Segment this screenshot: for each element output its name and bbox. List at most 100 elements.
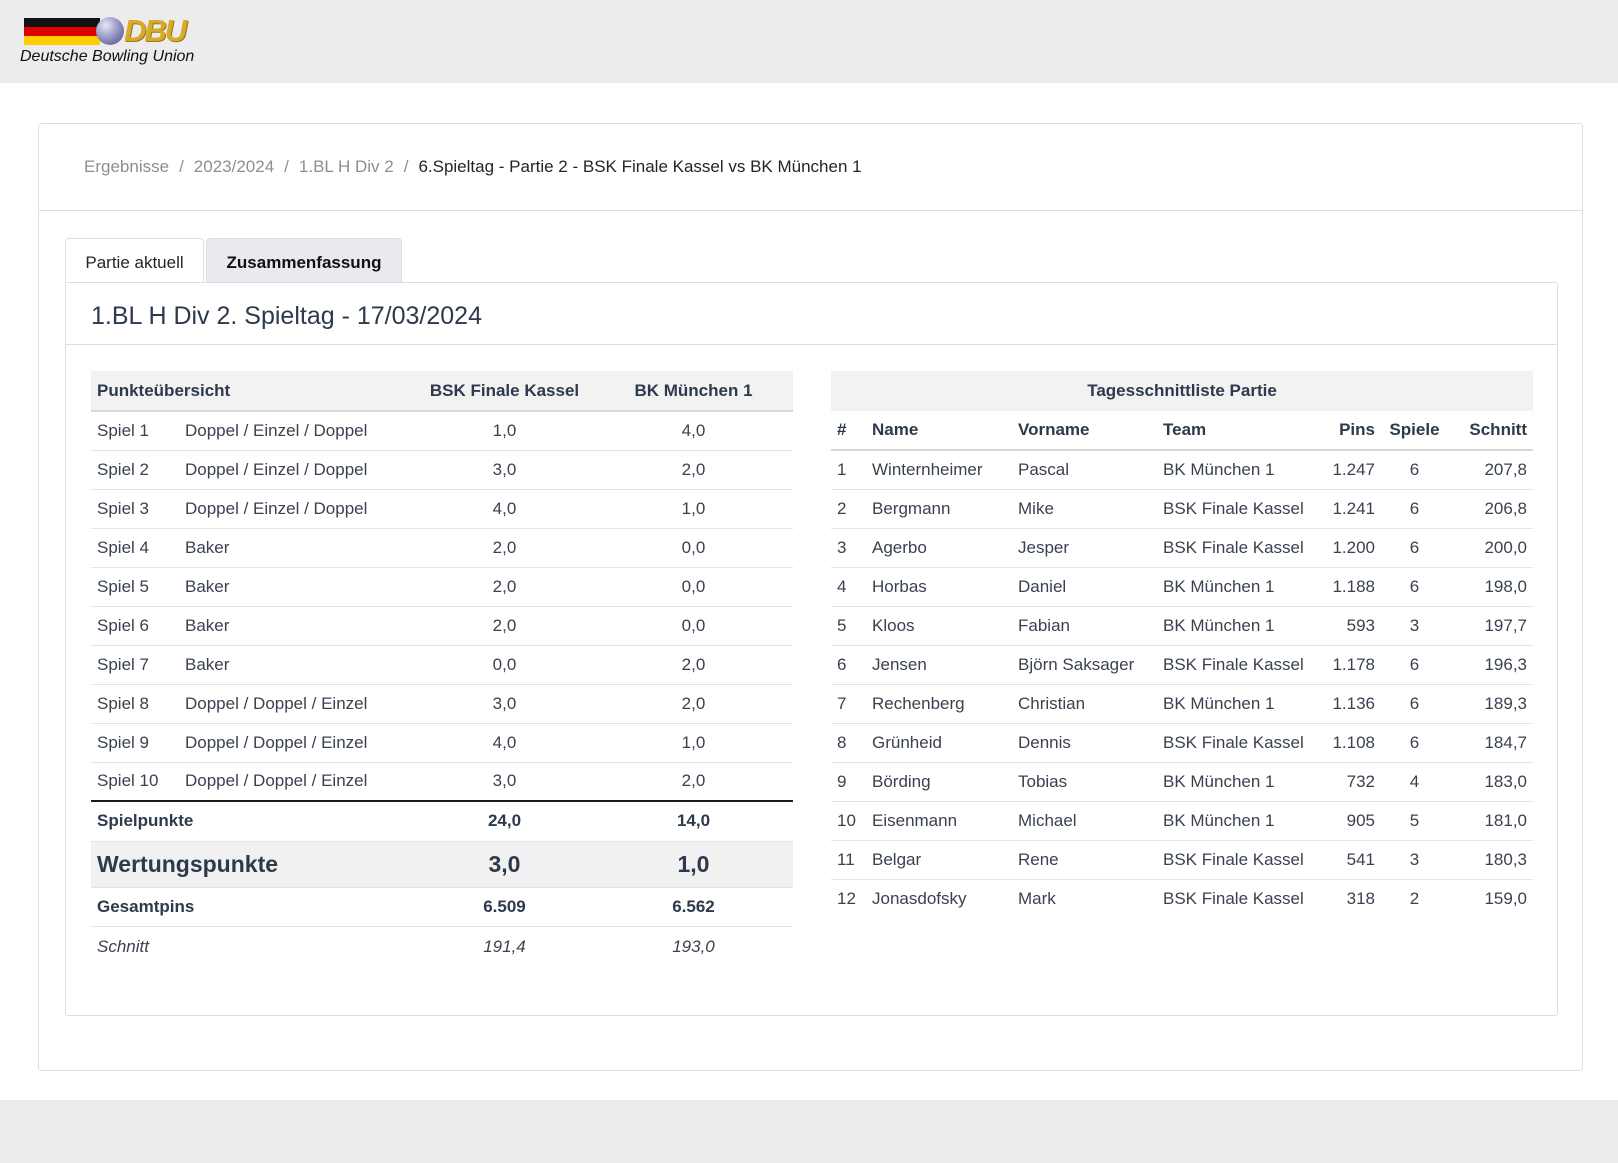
pins-cell: 1.178 xyxy=(1332,654,1375,674)
breadcrumb-separator: / xyxy=(403,157,409,176)
bowling-ball-icon xyxy=(96,17,124,45)
gesamtpins-team2: 6.562 xyxy=(672,896,715,916)
rank-cell: 11 xyxy=(837,849,855,869)
name-cell: Jonasdofsky xyxy=(872,888,967,908)
breadcrumb-season[interactable]: 2023/2024 xyxy=(194,157,274,176)
table-row: Spiel 10 Doppel / Doppel / Einzel 3,0 2,0 xyxy=(91,762,793,801)
pins-cell: 1.136 xyxy=(1332,693,1375,713)
tab-zusammenfassung[interactable]: Zusammenfassung xyxy=(206,238,402,283)
table-row: 11 Belgar Rene BSK Finale Kassel 541 3 180,3 xyxy=(831,840,1533,879)
rank-cell: 8 xyxy=(837,732,847,752)
vorname-cell: Fabian xyxy=(1018,615,1070,635)
rank-cell: 12 xyxy=(837,888,856,908)
game-points-team2: 1,0 xyxy=(681,732,706,752)
pins-cell: 1.108 xyxy=(1332,732,1375,752)
game-points-team2: 1,0 xyxy=(681,498,706,518)
name-cell: Bergmann xyxy=(872,498,951,518)
spielpunkte-team1: 24,0 xyxy=(487,811,522,831)
game-points-team2: 2,0 xyxy=(681,771,706,791)
game-label: Spiel 9 xyxy=(97,732,149,752)
game-label: Spiel 10 xyxy=(97,771,159,791)
spiele-cell: 6 xyxy=(1409,732,1420,752)
game-mode: Baker xyxy=(185,615,230,635)
table-row: Spiel 4 Baker 2,0 0,0 xyxy=(91,528,793,567)
points-header-row: Punkteübersicht BSK Finale Kassel BK Mün… xyxy=(91,371,793,412)
schnitt-cell: 189,3 xyxy=(1484,693,1527,713)
tab-partie-aktuell[interactable]: Partie aktuell xyxy=(65,238,204,283)
rank-cell: 5 xyxy=(837,615,847,635)
game-points-team2: 0,0 xyxy=(681,537,706,557)
table-row: Spiel 6 Baker 2,0 0,0 xyxy=(91,606,793,645)
table-row: Spiel 2 Doppel / Einzel / Doppel 3,0 2,0 xyxy=(91,450,793,489)
gesamtpins-label: Gesamtpins xyxy=(97,896,195,916)
game-label: Spiel 7 xyxy=(97,654,149,674)
game-points-team2: 0,0 xyxy=(681,615,706,635)
name-cell: Agerbo xyxy=(872,537,927,557)
game-points-team1: 1,0 xyxy=(492,420,517,440)
rank-cell: 1 xyxy=(837,459,847,479)
team-cell: BK München 1 xyxy=(1163,810,1275,830)
col-schnitt: Schnitt xyxy=(1448,411,1533,451)
game-mode: Doppel / Einzel / Doppel xyxy=(185,498,368,518)
points-header-label: Punkteübersicht xyxy=(91,371,415,412)
col-vorname: Vorname xyxy=(1012,411,1157,451)
points-header-team1: BSK Finale Kassel xyxy=(415,371,594,412)
pins-cell: 541 xyxy=(1346,849,1375,869)
team-cell: BSK Finale Kassel xyxy=(1163,498,1304,518)
game-points-team1: 2,0 xyxy=(492,576,517,596)
team-cell: BSK Finale Kassel xyxy=(1163,654,1304,674)
table-row: 5 Kloos Fabian BK München 1 593 3 197,7 xyxy=(831,606,1533,645)
breadcrumb-ergebnisse[interactable]: Ergebnisse xyxy=(84,157,169,176)
name-cell: Kloos xyxy=(872,615,915,635)
team-cell: BSK Finale Kassel xyxy=(1163,888,1304,908)
spiele-cell: 6 xyxy=(1409,498,1420,518)
dbu-logo[interactable]: DBU Deutsche Bowling Union xyxy=(20,13,210,70)
schnitt-team1: 191,4 xyxy=(483,936,526,956)
rank-cell: 9 xyxy=(837,771,847,791)
game-mode: Baker xyxy=(185,537,230,557)
game-points-team1: 2,0 xyxy=(492,537,517,557)
pins-cell: 593 xyxy=(1346,615,1375,635)
pins-cell: 732 xyxy=(1346,771,1375,791)
wertungspunkte-team1: 3,0 xyxy=(488,850,521,877)
col-team: Team xyxy=(1157,411,1323,451)
spielpunkte-label: Spielpunkte xyxy=(97,811,194,831)
game-mode: Baker xyxy=(185,576,230,596)
game-label: Spiel 8 xyxy=(97,693,149,713)
vorname-cell: Mark xyxy=(1018,888,1056,908)
spiele-cell: 6 xyxy=(1409,459,1420,479)
vorname-cell: Mike xyxy=(1018,498,1054,518)
col-name: Name xyxy=(866,411,1012,451)
rank-cell: 7 xyxy=(837,693,847,713)
table-row: Spiel 7 Baker 0,0 2,0 xyxy=(91,645,793,684)
team-cell: BK München 1 xyxy=(1163,693,1275,713)
summary-panel: 1.BL H Div 2. Spieltag - 17/03/2024 Punk… xyxy=(65,282,1558,1016)
pins-cell: 1.241 xyxy=(1332,498,1375,518)
game-points-team2: 4,0 xyxy=(681,420,706,440)
game-label: Spiel 3 xyxy=(97,498,149,518)
gesamtpins-row: Gesamtpins 6.509 6.562 xyxy=(91,887,793,926)
name-cell: Belgar xyxy=(872,849,922,869)
game-label: Spiel 5 xyxy=(97,576,149,596)
breadcrumb-league[interactable]: 1.BL H Div 2 xyxy=(299,157,394,176)
game-label: Spiel 4 xyxy=(97,537,149,557)
name-cell: Grünheid xyxy=(872,732,942,752)
table-row: Spiel 1 Doppel / Einzel / Doppel 1,0 4,0 xyxy=(91,411,793,450)
pins-cell: 905 xyxy=(1346,810,1375,830)
spielpunkte-row: Spielpunkte 24,0 14,0 xyxy=(91,801,793,841)
rank-cell: 10 xyxy=(837,810,856,830)
spielpunkte-team2: 14,0 xyxy=(676,811,711,831)
table-row: Spiel 3 Doppel / Einzel / Doppel 4,0 1,0 xyxy=(91,489,793,528)
table-row: 7 Rechenberg Christian BK München 1 1.136 6 18… xyxy=(831,684,1533,723)
breadcrumb-separator: / xyxy=(284,157,289,176)
game-points-team1: 4,0 xyxy=(492,732,517,752)
breadcrumb: Ergebnisse / 2023/2024 / 1.BL H Div 2 / 6.Spie… xyxy=(39,124,1582,211)
schnitt-cell: 206,8 xyxy=(1484,498,1527,518)
game-points-team1: 0,0 xyxy=(492,654,517,674)
vorname-cell: Tobias xyxy=(1018,771,1068,791)
game-points-team1: 3,0 xyxy=(492,771,517,791)
vorname-cell: Dennis xyxy=(1018,732,1071,752)
team-cell: BSK Finale Kassel xyxy=(1163,732,1304,752)
spiele-cell: 3 xyxy=(1409,849,1420,869)
spiele-cell: 5 xyxy=(1409,810,1420,830)
